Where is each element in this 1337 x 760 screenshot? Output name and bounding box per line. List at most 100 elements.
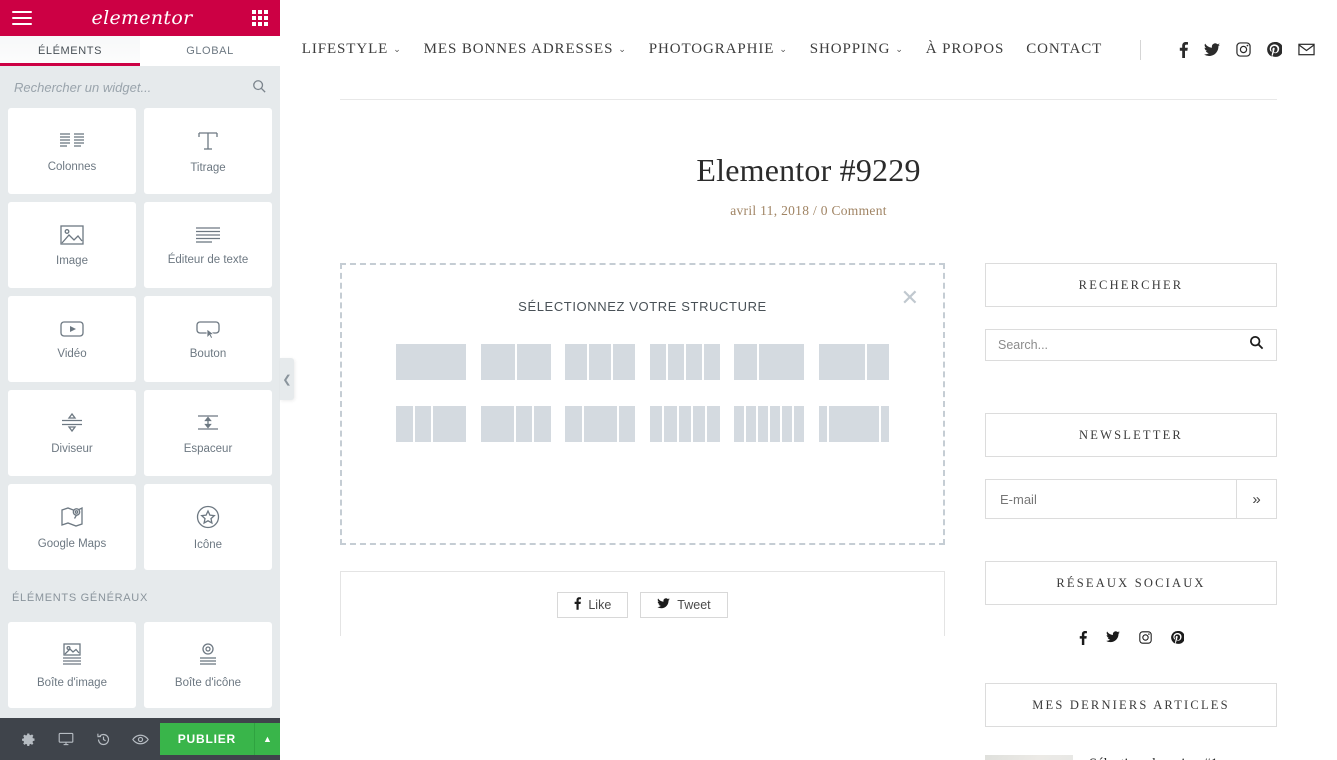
panel-footer: PUBLIER ▲: [0, 718, 280, 760]
icon-box-icon: [195, 642, 221, 668]
preset-left-wide-right-narrow[interactable]: [818, 344, 889, 380]
history-revisions-icon[interactable]: [85, 718, 122, 760]
twitter-icon[interactable]: [1204, 42, 1221, 57]
panel-tabs: ÉLÉMENTS GLOBAL: [0, 36, 280, 66]
post-comments[interactable]: 0 Comment: [821, 203, 887, 218]
sidebar-search-field: [985, 329, 1277, 361]
share-label: Tweet: [677, 598, 711, 612]
nav-item-mes-bonnes-adresses[interactable]: MES BONNES ADRESSES ⌄: [424, 41, 627, 58]
nav-divider: [1140, 39, 1142, 60]
hamburger-icon[interactable]: [12, 11, 32, 25]
widget-label: Boîte d'image: [37, 676, 107, 689]
button-icon: [194, 319, 222, 339]
search-icon[interactable]: [1249, 335, 1264, 355]
preset-5-columns-equal[interactable]: [649, 406, 720, 442]
preset-left-narrow-right-wide[interactable]: [734, 344, 805, 380]
preset-2-columns-equal[interactable]: [480, 344, 551, 380]
pinterest-icon[interactable]: [1170, 631, 1184, 645]
widget-list[interactable]: Colonnes Titrage Image Éditeur de texte …: [0, 108, 280, 718]
chevron-down-icon: ⌄: [895, 44, 904, 54]
widget-title-mes-derniers-articles: MES DERNIERS ARTICLES: [985, 683, 1277, 727]
chevron-down-icon: ⌄: [618, 44, 627, 54]
preset-narrow-narrow-wide[interactable]: [396, 406, 466, 442]
preset-thin-wide-thin[interactable]: [818, 406, 889, 442]
widget-icone[interactable]: Icône: [144, 484, 272, 570]
close-x-icon[interactable]: ✕: [901, 287, 919, 309]
image-box-icon: [59, 642, 85, 668]
email-field[interactable]: [986, 480, 1236, 518]
elementor-editor: elementor ÉLÉMENTS GLOBAL Rechercher un …: [0, 0, 1337, 760]
preset-wide-narrow-narrow[interactable]: [480, 406, 551, 442]
tab-global[interactable]: GLOBAL: [140, 36, 280, 66]
widget-google-maps[interactable]: Google Maps: [8, 484, 136, 570]
share-buttons: Like Tweet: [340, 571, 945, 636]
settings-gear-icon[interactable]: [10, 718, 47, 760]
list-item[interactable]: Sélection shopping #1: [985, 755, 1277, 760]
post-thumbnail: [985, 755, 1073, 760]
twitter-tweet-button[interactable]: Tweet: [640, 592, 728, 618]
nav-item-shopping[interactable]: SHOPPING ⌄: [810, 41, 904, 58]
facebook-icon: [574, 597, 582, 613]
tab-elements[interactable]: ÉLÉMENTS: [0, 36, 140, 66]
widget-colonnes[interactable]: Colonnes: [8, 108, 136, 194]
widget-boite-d-image[interactable]: Boîte d'image: [8, 622, 136, 708]
preview-canvas: LIFESTYLE ⌄ MES BONNES ADRESSES ⌄ PHOTOG…: [280, 0, 1337, 760]
email-icon[interactable]: [1298, 43, 1315, 56]
sidebar-search-input[interactable]: [998, 338, 1249, 352]
facebook-icon[interactable]: [1179, 41, 1189, 58]
preset-row-1: [396, 344, 889, 380]
panel-collapse-handle[interactable]: ❮: [280, 358, 294, 400]
widget-label: Colonnes: [47, 160, 97, 173]
widget-boite-d-icone[interactable]: Boîte d'icône: [144, 622, 272, 708]
apps-grid-icon[interactable]: [251, 10, 268, 26]
caret-up-icon[interactable]: ▲: [254, 723, 280, 755]
widget-diviseur[interactable]: Diviseur: [8, 390, 136, 476]
widget-label: Éditeur de texte: [167, 253, 249, 266]
post-meta: avril 11, 2018 / 0 Comment: [340, 203, 1277, 219]
widget-video[interactable]: Vidéo: [8, 296, 136, 382]
image-icon: [59, 224, 85, 246]
instagram-icon[interactable]: [1138, 631, 1152, 645]
double-chevron-right-icon[interactable]: »: [1236, 480, 1276, 518]
preview-eye-icon[interactable]: [122, 718, 159, 760]
twitter-icon: [657, 598, 671, 612]
preset-4-columns-equal[interactable]: [649, 344, 720, 380]
site-navigation: LIFESTYLE ⌄ MES BONNES ADRESSES ⌄ PHOTOG…: [302, 0, 1315, 100]
preset-narrow-wide-narrow[interactable]: [565, 406, 636, 442]
publish-button[interactable]: PUBLIER: [159, 723, 254, 755]
preset-6-columns-equal[interactable]: [734, 406, 805, 442]
widget-image[interactable]: Image: [8, 202, 136, 288]
nav-item-contact[interactable]: CONTACT: [1026, 41, 1102, 58]
divider-icon: [58, 412, 86, 434]
nav-item-photographie[interactable]: PHOTOGRAPHIE ⌄: [649, 41, 788, 58]
twitter-icon[interactable]: [1105, 631, 1120, 645]
columns-icon: [58, 130, 86, 152]
newsletter-form: »: [985, 479, 1277, 519]
spacer-icon: [194, 412, 222, 434]
widget-bouton[interactable]: Bouton: [144, 296, 272, 382]
nav-item-a-propos[interactable]: À PROPOS: [926, 41, 1004, 58]
post-date: avril 11, 2018: [730, 203, 810, 218]
widget-title-rechercher: RECHERCHER: [985, 263, 1277, 307]
nav-item-lifestyle[interactable]: LIFESTYLE ⌄: [302, 41, 402, 58]
elementor-panel: elementor ÉLÉMENTS GLOBAL Rechercher un …: [0, 0, 280, 760]
search-icon: [252, 79, 266, 96]
widget-titrage[interactable]: Titrage: [144, 108, 272, 194]
sidebar-column: RECHERCHER NEWSLETTER » RÉSEAUX: [985, 219, 1277, 760]
pinterest-icon[interactable]: [1267, 42, 1283, 57]
latest-post-title[interactable]: Sélection shopping #1: [1089, 755, 1218, 760]
main-column: ✕ SÉLECTIONNEZ VOTRE STRUCTURE Like Twee…: [340, 219, 945, 760]
preset-3-columns-equal[interactable]: [565, 344, 636, 380]
facebook-like-button[interactable]: Like: [557, 592, 629, 618]
facebook-icon[interactable]: [1079, 631, 1087, 645]
instagram-icon[interactable]: [1236, 42, 1251, 57]
preset-1-column[interactable]: [396, 344, 466, 380]
heading-icon: [195, 129, 221, 153]
site-wrapper: LIFESTYLE ⌄ MES BONNES ADRESSES ⌄ PHOTOG…: [280, 0, 1337, 760]
panel-header: elementor: [0, 0, 280, 36]
widget-editeur-de-texte[interactable]: Éditeur de texte: [144, 202, 272, 288]
widget-espaceur[interactable]: Espaceur: [144, 390, 272, 476]
search-input[interactable]: [14, 79, 252, 95]
chevron-down-icon: ⌄: [393, 44, 402, 54]
responsive-mode-icon[interactable]: [47, 718, 84, 760]
